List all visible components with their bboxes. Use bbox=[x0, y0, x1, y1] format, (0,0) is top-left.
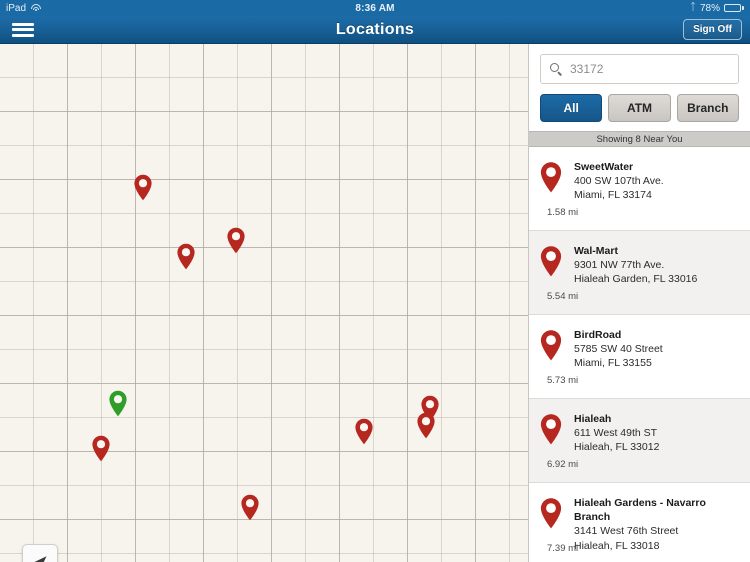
location-distance: 5.54 mi bbox=[547, 291, 579, 302]
results-count-header: Showing 8 Near You bbox=[529, 131, 750, 147]
battery-icon bbox=[724, 4, 744, 12]
map-canvas[interactable]: Legal bbox=[0, 44, 528, 562]
location-city: Hialeah Garden, FL 33016 bbox=[574, 273, 698, 286]
filter-atm-button[interactable]: ATM bbox=[608, 94, 671, 122]
location-street: 9301 NW 77th Ave. bbox=[574, 259, 665, 272]
location-details: Hialeah Gardens - Navarro Branch 3141 We… bbox=[574, 496, 740, 562]
location-city: Hialeah, FL 33012 bbox=[574, 441, 660, 454]
location-details: Hialeah 611 West 49th ST Hialeah, FL 330… bbox=[574, 412, 740, 482]
location-name: BirdRoad bbox=[574, 329, 622, 341]
locate-arrow-icon bbox=[34, 556, 47, 562]
location-street: 611 West 49th ST bbox=[574, 427, 658, 440]
location-list-item[interactable]: Hialeah Gardens - Navarro Branch 3141 We… bbox=[529, 483, 750, 562]
location-distance: 7.39 mi bbox=[547, 543, 579, 554]
status-bar-right: ᛏ 78% bbox=[690, 3, 744, 14]
navigation-bar: Locations Sign Off bbox=[0, 16, 750, 44]
location-list-item[interactable]: Hialeah 611 West 49th ST Hialeah, FL 330… bbox=[529, 399, 750, 483]
search-input[interactable]: 33172 bbox=[540, 54, 739, 84]
location-name: Wal-Mart bbox=[574, 245, 618, 257]
hamburger-menu-icon[interactable] bbox=[0, 16, 46, 44]
map-pin-7[interactable] bbox=[91, 435, 111, 462]
location-pin-icon bbox=[539, 412, 565, 482]
location-distance: 6.92 mi bbox=[547, 459, 579, 470]
location-pin-icon bbox=[539, 328, 565, 398]
status-bar-time: 8:36 AM bbox=[355, 2, 395, 14]
sign-off-button[interactable]: Sign Off bbox=[683, 19, 742, 40]
location-list-item[interactable]: SweetWater 400 SW 107th Ave. Miami, FL 3… bbox=[529, 147, 750, 231]
location-name: Hialeah bbox=[574, 413, 612, 425]
user-location-pin[interactable] bbox=[108, 390, 128, 417]
battery-percent-label: 78% bbox=[699, 2, 720, 14]
location-name: Hialeah Gardens - Navarro Branch bbox=[574, 497, 706, 524]
map-grid bbox=[0, 44, 528, 562]
location-street: 5785 SW 40 Street bbox=[574, 343, 663, 356]
search-section: 33172 bbox=[529, 44, 750, 84]
location-pin-icon bbox=[539, 244, 565, 314]
location-name: SweetWater bbox=[574, 161, 634, 173]
status-bar: iPad 8:36 AM ᛏ 78% bbox=[0, 0, 750, 16]
location-pin-icon bbox=[539, 160, 565, 230]
bluetooth-icon: ᛏ bbox=[689, 2, 696, 13]
map-pin-8[interactable] bbox=[240, 494, 260, 521]
location-details: BirdRoad 5785 SW 40 Street Miami, FL 331… bbox=[574, 328, 740, 398]
map-pin-3[interactable] bbox=[176, 243, 196, 270]
location-street: 400 SW 107th Ave. bbox=[574, 175, 664, 188]
location-list-item[interactable]: BirdRoad 5785 SW 40 Street Miami, FL 331… bbox=[529, 315, 750, 399]
search-icon bbox=[550, 63, 562, 76]
filter-branch-button[interactable]: Branch bbox=[676, 94, 739, 122]
locate-me-button[interactable] bbox=[22, 544, 58, 562]
location-details: Wal-Mart 9301 NW 77th Ave. Hialeah Garde… bbox=[574, 244, 740, 314]
location-street: 3141 West 76th Street bbox=[574, 525, 679, 538]
location-city: Miami, FL 33155 bbox=[574, 357, 652, 370]
location-city: Miami, FL 33174 bbox=[574, 189, 652, 202]
location-distance: 1.58 mi bbox=[547, 207, 579, 218]
page-title: Locations bbox=[335, 20, 415, 38]
locations-screen: iPad 8:36 AM ᛏ 78% Locations Sign Off Le… bbox=[0, 0, 750, 562]
results-list[interactable]: SweetWater 400 SW 107th Ave. Miami, FL 3… bbox=[529, 147, 750, 562]
location-distance: 5.73 mi bbox=[547, 375, 579, 386]
location-details: SweetWater 400 SW 107th Ave. Miami, FL 3… bbox=[574, 160, 740, 230]
location-city: Hialeah, FL 33018 bbox=[574, 539, 660, 552]
map-pin-1[interactable] bbox=[133, 174, 153, 201]
filter-all-button[interactable]: All bbox=[540, 94, 603, 122]
map-pin-2[interactable] bbox=[226, 227, 246, 254]
search-input-value: 33172 bbox=[570, 62, 604, 76]
locations-panel: 33172 All ATM Branch Showing 8 Near You Sw… bbox=[528, 44, 750, 562]
filter-segmented-control[interactable]: All ATM Branch bbox=[529, 84, 750, 131]
map-pin-5[interactable] bbox=[416, 412, 436, 439]
location-list-item[interactable]: Wal-Mart 9301 NW 77th Ave. Hialeah Garde… bbox=[529, 231, 750, 315]
map-pin-6[interactable] bbox=[354, 418, 374, 445]
